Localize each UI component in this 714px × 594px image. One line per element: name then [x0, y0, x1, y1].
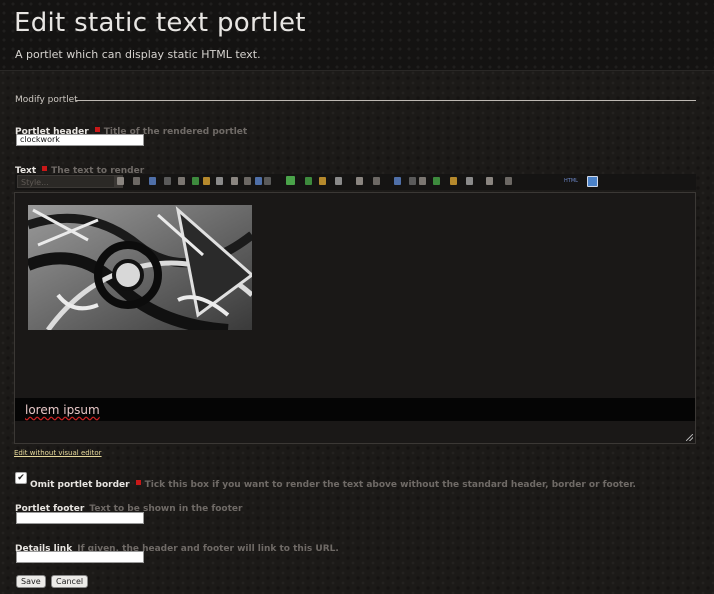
fieldset-legend: Modify portlet — [15, 95, 78, 105]
caption-text[interactable]: lorem ipsum — [25, 403, 100, 417]
italic-icon[interactable] — [133, 177, 140, 185]
anchor-icon[interactable] — [305, 177, 312, 185]
unordered-list-icon[interactable] — [203, 177, 210, 185]
merge-cells-icon[interactable] — [486, 177, 493, 185]
portlet-footer-input[interactable] — [16, 512, 144, 524]
required-marker — [42, 165, 48, 171]
indent-icon[interactable] — [244, 177, 251, 185]
split-cells-icon[interactable] — [505, 177, 512, 185]
omit-border-label[interactable]: Omit portlet border — [30, 480, 130, 490]
save-button[interactable]: Save — [16, 575, 46, 588]
insert-row-after-icon[interactable] — [409, 177, 416, 185]
details-link-input[interactable] — [16, 551, 144, 563]
editor-toolbar: Style... HTML — [15, 174, 696, 190]
omit-border-checkbox[interactable]: ✔ — [15, 472, 27, 484]
page-title: Edit static text portlet — [14, 8, 306, 38]
fieldset-divider — [76, 100, 696, 101]
html-source-icon[interactable]: HTML — [564, 177, 578, 185]
caption-bar: lorem ipsum — [15, 398, 695, 421]
cancel-button[interactable]: Cancel — [51, 575, 89, 588]
editor-image[interactable] — [28, 205, 252, 330]
unlink-icon[interactable] — [264, 177, 271, 185]
bold-icon[interactable] — [117, 177, 124, 185]
omit-border-help: Tick this box if you want to render the … — [144, 480, 636, 490]
outdent-icon[interactable] — [231, 177, 238, 185]
style-select-value: Style... — [21, 178, 49, 187]
edit-without-visual-editor-link[interactable]: Edit without visual editor — [14, 449, 102, 457]
required-marker — [135, 479, 141, 485]
omit-border-label-row: Omit portlet border Tick this box if you … — [30, 472, 636, 491]
insert-col-after-icon[interactable] — [450, 177, 457, 185]
portlet-header-input[interactable]: clockwork — [16, 134, 144, 146]
align-right-icon[interactable] — [178, 177, 185, 185]
page-description: A portlet which can display static HTML … — [15, 48, 261, 61]
image-icon[interactable] — [286, 176, 295, 185]
rich-text-editor[interactable]: lorem ipsum — [14, 192, 696, 444]
link-icon[interactable] — [255, 177, 262, 185]
table-icon[interactable] — [319, 177, 326, 185]
required-marker — [94, 126, 100, 132]
delete-col-icon[interactable] — [466, 177, 473, 185]
delete-row-icon[interactable] — [419, 177, 426, 185]
align-justify-icon[interactable] — [192, 177, 199, 185]
align-left-icon[interactable] — [149, 177, 156, 185]
page-header: Edit static text portlet A portlet which… — [0, 0, 714, 71]
style-select[interactable]: Style... — [17, 175, 123, 188]
insert-row-before-icon[interactable] — [394, 177, 401, 185]
spellcheck-icon[interactable] — [335, 177, 342, 185]
align-center-icon[interactable] — [164, 177, 171, 185]
resize-grip-icon[interactable] — [686, 434, 693, 441]
ordered-list-icon[interactable] — [216, 177, 223, 185]
insert-table-icon[interactable] — [356, 177, 363, 185]
fullscreen-icon[interactable] — [587, 176, 598, 187]
table-props-icon[interactable] — [373, 177, 380, 185]
insert-col-before-icon[interactable] — [433, 177, 440, 185]
